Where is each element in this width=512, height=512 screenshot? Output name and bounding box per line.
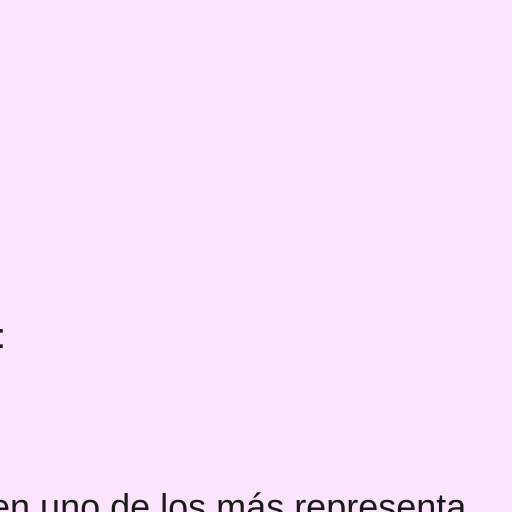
text-fragment-colon: :	[0, 316, 6, 356]
text-fragment-line: en uno de los más representa	[0, 486, 467, 512]
document-page: : en uno de los más representa	[0, 0, 512, 512]
